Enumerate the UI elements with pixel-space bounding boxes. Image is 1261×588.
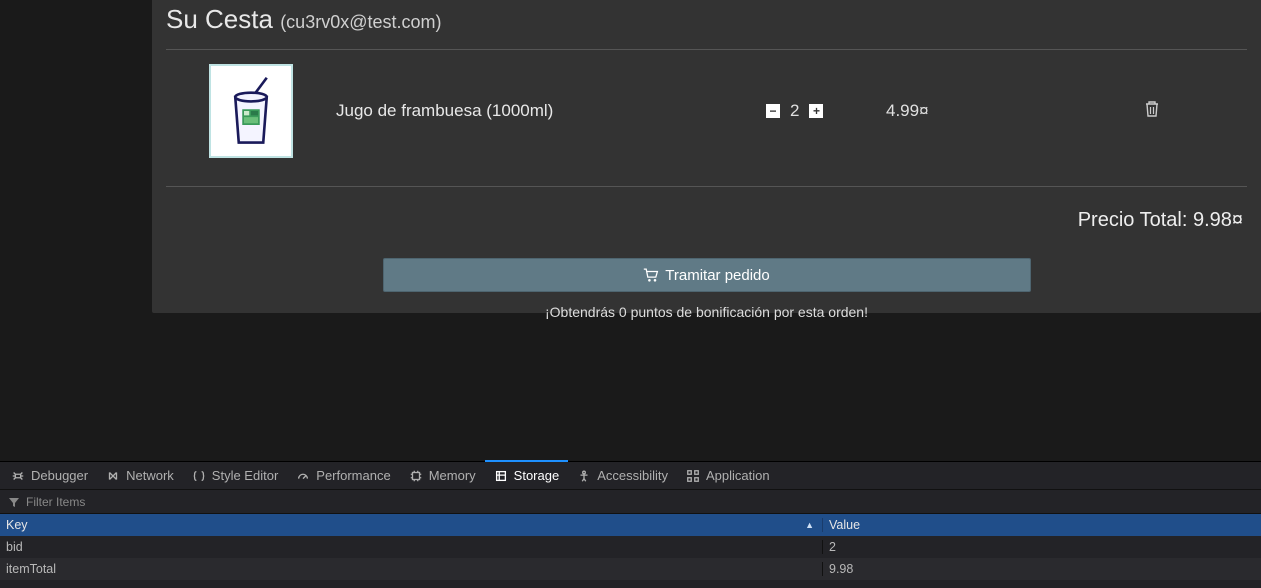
tab-debugger[interactable]: Debugger (2, 461, 97, 490)
cell-value: 2 (823, 540, 1261, 554)
quantity-group: − 2 + (766, 101, 886, 121)
storage-table-header[interactable]: Key ▲ Value (0, 514, 1261, 536)
tab-label: Performance (316, 468, 390, 483)
tab-label: Memory (429, 468, 476, 483)
tab-label: Debugger (31, 468, 88, 483)
storage-table-body: bid 2 itemTotal 9.98 (0, 536, 1261, 580)
cart-title: Su Cesta (cu3rv0x@test.com) (166, 4, 1247, 35)
tab-style-editor[interactable]: Style Editor (183, 461, 287, 490)
quantity-value: 2 (790, 101, 799, 121)
tab-application[interactable]: Application (677, 461, 779, 490)
app-viewport: Su Cesta (cu3rv0x@test.com) (0, 0, 1261, 461)
table-row[interactable]: itemTotal 9.98 (0, 558, 1261, 580)
tab-label: Style Editor (212, 468, 278, 483)
table-row[interactable]: bid 2 (0, 536, 1261, 558)
tab-storage[interactable]: Storage (485, 461, 569, 490)
checkout-label: Tramitar pedido (665, 267, 770, 284)
style-editor-icon (192, 469, 206, 483)
cell-value: 9.98 (823, 562, 1261, 576)
cell-key: bid (0, 540, 823, 554)
column-key-label: Key (6, 518, 28, 532)
storage-filter-bar (0, 490, 1261, 514)
tab-network[interactable]: Network (97, 461, 183, 490)
cart-title-text: Su Cesta (166, 4, 273, 34)
tab-memory[interactable]: Memory (400, 461, 485, 490)
item-thumbnail[interactable] (209, 64, 293, 158)
increase-qty-button[interactable]: + (809, 104, 823, 118)
decrease-qty-button[interactable]: − (766, 104, 780, 118)
column-header-value[interactable]: Value (823, 518, 1261, 532)
tab-label: Accessibility (597, 468, 668, 483)
juice-cup-icon (221, 76, 281, 146)
cart-panel: Su Cesta (cu3rv0x@test.com) (152, 0, 1261, 313)
item-thumbnail-wrap (166, 64, 336, 158)
cell-key: itemTotal (0, 562, 823, 576)
filter-icon (8, 496, 20, 508)
sort-asc-icon: ▲ (805, 520, 814, 530)
item-price: 4.99¤ (886, 101, 1056, 121)
divider (166, 186, 1247, 187)
network-icon (106, 469, 120, 483)
remove-item-button[interactable] (1056, 100, 1247, 123)
devtools-panel: Debugger Network Style Editor Performanc… (0, 461, 1261, 588)
left-gutter (0, 0, 152, 461)
checkout-button[interactable]: Tramitar pedido (383, 258, 1031, 292)
cart-email: (cu3rv0x@test.com) (280, 12, 441, 32)
item-name: Jugo de frambuesa (1000ml) (336, 101, 766, 121)
storage-icon (494, 469, 508, 483)
total-price: Precio Total: 9.98¤ (166, 209, 1247, 232)
application-icon (686, 469, 700, 483)
tab-performance[interactable]: Performance (287, 461, 399, 490)
checkout-section: Tramitar pedido ¡Obtendrás 0 puntos de b… (166, 258, 1247, 320)
cart-item-row: Jugo de frambuesa (1000ml) − 2 + 4.99¤ (166, 50, 1247, 172)
tab-accessibility[interactable]: Accessibility (568, 461, 677, 490)
bonus-points-text: ¡Obtendrás 0 puntos de bonificación por … (545, 304, 868, 320)
filter-input[interactable] (26, 495, 326, 509)
accessibility-icon (577, 469, 591, 483)
cart-icon (643, 268, 659, 283)
column-value-label: Value (829, 518, 860, 532)
devtools-tabbar: Debugger Network Style Editor Performanc… (0, 461, 1261, 490)
memory-icon (409, 469, 423, 483)
tab-label: Network (126, 468, 174, 483)
tab-label: Storage (514, 468, 560, 483)
performance-icon (296, 469, 310, 483)
column-header-key[interactable]: Key ▲ (0, 518, 823, 532)
tab-label: Application (706, 468, 770, 483)
trash-icon (1144, 100, 1160, 118)
debugger-icon (11, 469, 25, 483)
